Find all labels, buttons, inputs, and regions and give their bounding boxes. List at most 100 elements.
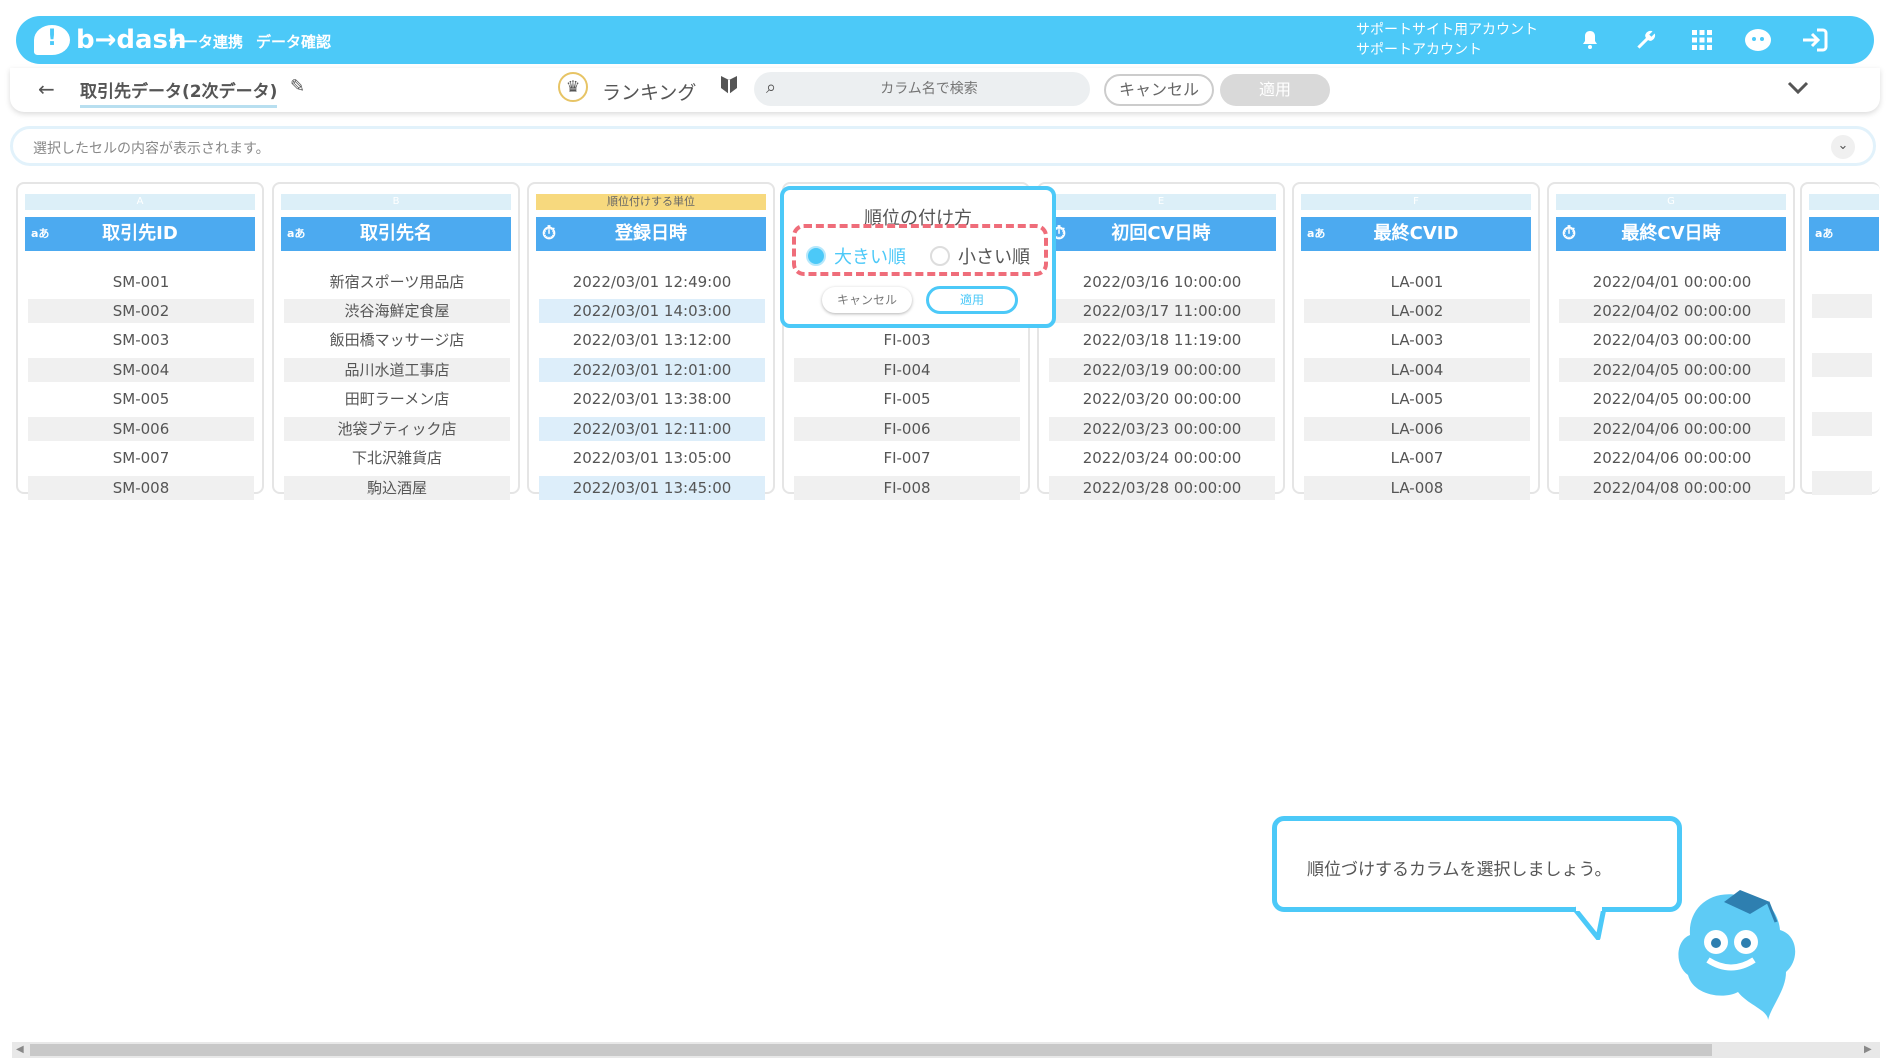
scrollbar-thumb[interactable] [30, 1044, 1712, 1056]
wrench-icon[interactable] [1630, 24, 1662, 56]
column-header[interactable]: aあ [1809, 217, 1879, 251]
table-cell[interactable] [1812, 294, 1872, 318]
table-cell[interactable]: FI-008 [794, 476, 1020, 500]
table-cell[interactable]: 2022/04/03 00:00:00 [1559, 328, 1785, 352]
table-cell[interactable]: 駒込酒屋 [284, 476, 510, 500]
table-cell[interactable]: LA-005 [1304, 387, 1530, 411]
table-cell[interactable]: 池袋ブティック店 [284, 417, 510, 441]
table-cell[interactable]: SM-001 [28, 270, 254, 294]
table-cell[interactable]: LA-004 [1304, 358, 1530, 382]
column-header[interactable]: ⏱ 最終CV日時 [1556, 217, 1786, 251]
table-cell[interactable]: LA-008 [1304, 476, 1530, 500]
mascot-head-icon[interactable] [1742, 24, 1774, 56]
table-cell[interactable]: 2022/04/01 00:00:00 [1559, 270, 1785, 294]
table-cell[interactable]: 2022/03/01 13:05:00 [539, 446, 765, 470]
table-cell[interactable]: 2022/03/23 00:00:00 [1049, 417, 1275, 441]
table-cell[interactable]: 2022/04/05 00:00:00 [1559, 358, 1785, 382]
account-info[interactable]: サポートサイト用アカウント サポートアカウント [1356, 20, 1538, 60]
table-cell[interactable]: 渋谷海鮮定食屋 [284, 299, 510, 323]
nav-data-integration[interactable]: データ連携 [168, 31, 243, 52]
brand-logo[interactable]: b→dash [34, 22, 187, 58]
table-cell[interactable]: SM-006 [28, 417, 254, 441]
table-cell[interactable]: FI-007 [794, 446, 1020, 470]
column-card[interactable]: Faあ 最終CVID LA-001 LA-002 LA-003 LA-004 LA-005 L… [1292, 182, 1540, 500]
table-cell[interactable]: SM-007 [28, 446, 254, 470]
column-header[interactable]: aあ 最終CVID [1301, 217, 1531, 251]
table-cell[interactable]: 2022/04/02 00:00:00 [1559, 299, 1785, 323]
beginner-mark-icon[interactable] [720, 74, 738, 102]
horizontal-scrollbar[interactable]: ◀ ▶ [12, 1042, 1880, 1058]
column-card[interactable]: Baあ 取引先名 新宿スポーツ用品店 渋谷海鮮定食屋 飯田橋マッサージ店 品川水道工事店田… [272, 182, 520, 500]
table-cell[interactable]: SM-002 [28, 299, 254, 323]
table-cell[interactable]: 2022/03/01 13:45:00 [539, 476, 765, 500]
column-header[interactable]: aあ 取引先名 [281, 217, 511, 251]
scroll-left-arrow-icon[interactable]: ◀ [16, 1042, 24, 1058]
column-card-partial[interactable]: aあ [1800, 182, 1880, 495]
table-cell[interactable]: 2022/03/18 11:19:00 [1049, 328, 1275, 352]
radio-descending[interactable]: 大きい順 [806, 243, 906, 269]
nav-data-check[interactable]: データ確認 [256, 31, 331, 52]
table-cell[interactable]: LA-006 [1304, 417, 1530, 441]
apply-button[interactable]: 適用 [1220, 74, 1330, 106]
table-cell[interactable]: LA-003 [1304, 328, 1530, 352]
table-cell[interactable]: SM-005 [28, 387, 254, 411]
column-header[interactable]: ⏱ 初回CV日時 [1046, 217, 1276, 251]
table-cell[interactable]: 2022/03/16 10:00:00 [1049, 270, 1275, 294]
pencil-icon[interactable]: ✎ [290, 76, 305, 97]
cancel-button[interactable]: キャンセル [1104, 74, 1214, 106]
scroll-right-arrow-icon[interactable]: ▶ [1864, 1042, 1872, 1058]
table-cell[interactable]: FI-003 [794, 328, 1020, 352]
table-cell[interactable] [1812, 353, 1872, 377]
column-header[interactable]: aあ 取引先ID [25, 217, 255, 251]
table-cell[interactable]: 2022/04/08 00:00:00 [1559, 476, 1785, 500]
table-cell[interactable]: 品川水道工事店 [284, 358, 510, 382]
cell-content-bar[interactable]: 選択したセルの内容が表示されます。 ⌄ [10, 126, 1876, 166]
table-cell[interactable] [1812, 471, 1872, 495]
table-cell[interactable]: 2022/03/01 12:49:00 [539, 270, 765, 294]
table-cell[interactable]: 2022/03/01 13:12:00 [539, 328, 765, 352]
table-cell[interactable]: SM-003 [28, 328, 254, 352]
table-cell[interactable]: LA-001 [1304, 270, 1530, 294]
table-cell[interactable]: 2022/03/01 12:01:00 [539, 358, 765, 382]
column-card[interactable]: 順位付けする単位 ⏱ 登録日時 2022/03/01 12:49:00 2022/03/… [527, 182, 775, 500]
table-cell[interactable]: 新宿スポーツ用品店 [284, 270, 510, 294]
table-cell[interactable]: LA-007 [1304, 446, 1530, 470]
table-cell[interactable]: 飯田橋マッサージ店 [284, 328, 510, 352]
table-cell[interactable]: 2022/04/06 00:00:00 [1559, 446, 1785, 470]
table-cell[interactable]: 2022/03/28 00:00:00 [1049, 476, 1275, 500]
column-card[interactable]: Aaあ 取引先ID SM-001 SM-002 SM-003 SM-004 SM-005 SM… [16, 182, 264, 500]
back-arrow-icon[interactable]: ← [38, 77, 55, 101]
column-card[interactable]: E ⏱ 初回CV日時 2022/03/16 10:00:00 2022/03/17 11… [1037, 182, 1285, 500]
table-cell[interactable]: 2022/03/24 00:00:00 [1049, 446, 1275, 470]
radio-ascending[interactable]: 小さい順 [930, 243, 1030, 269]
table-cell[interactable]: 2022/03/17 11:00:00 [1049, 299, 1275, 323]
table-cell[interactable]: FI-006 [794, 417, 1020, 441]
table-cell[interactable] [1812, 412, 1872, 436]
table-cell[interactable]: SM-008 [28, 476, 254, 500]
table-cell[interactable]: 2022/03/20 00:00:00 [1049, 387, 1275, 411]
table-cell[interactable]: 2022/04/06 00:00:00 [1559, 417, 1785, 441]
table-cell[interactable]: 2022/03/01 13:38:00 [539, 387, 765, 411]
table-cell[interactable]: 2022/03/01 14:03:00 [539, 299, 765, 323]
table-cell[interactable]: 2022/03/01 12:11:00 [539, 417, 765, 441]
table-cell[interactable]: SM-004 [28, 358, 254, 382]
bell-icon[interactable] [1574, 24, 1606, 56]
column-header[interactable]: ⏱ 登録日時 [536, 217, 766, 251]
table-cell[interactable]: LA-002 [1304, 299, 1530, 323]
table-cell[interactable]: 2022/04/05 00:00:00 [1559, 387, 1785, 411]
column-search[interactable]: ⌕ [754, 72, 1090, 106]
table-cell[interactable]: 2022/03/19 00:00:00 [1049, 358, 1275, 382]
table-cell[interactable]: FI-005 [794, 387, 1020, 411]
popup-cancel-button[interactable]: キャンセル [822, 287, 912, 313]
popup-apply-button[interactable]: 適用 [926, 286, 1018, 314]
dataset-title[interactable]: 取引先データ(2次データ) [80, 77, 278, 108]
apps-grid-icon[interactable] [1686, 24, 1718, 56]
column-card[interactable]: G ⏱ 最終CV日時 2022/04/01 00:00:00 2022/04/02 00… [1547, 182, 1795, 500]
table-cell[interactable]: FI-004 [794, 358, 1020, 382]
chevron-down-icon[interactable] [1786, 74, 1810, 102]
chevron-down-icon[interactable]: ⌄ [1831, 135, 1855, 159]
table-cell[interactable]: 下北沢雑貨店 [284, 446, 510, 470]
table-cell[interactable]: 田町ラーメン店 [284, 387, 510, 411]
column-search-input[interactable] [794, 78, 1064, 100]
logout-icon[interactable] [1798, 24, 1830, 56]
